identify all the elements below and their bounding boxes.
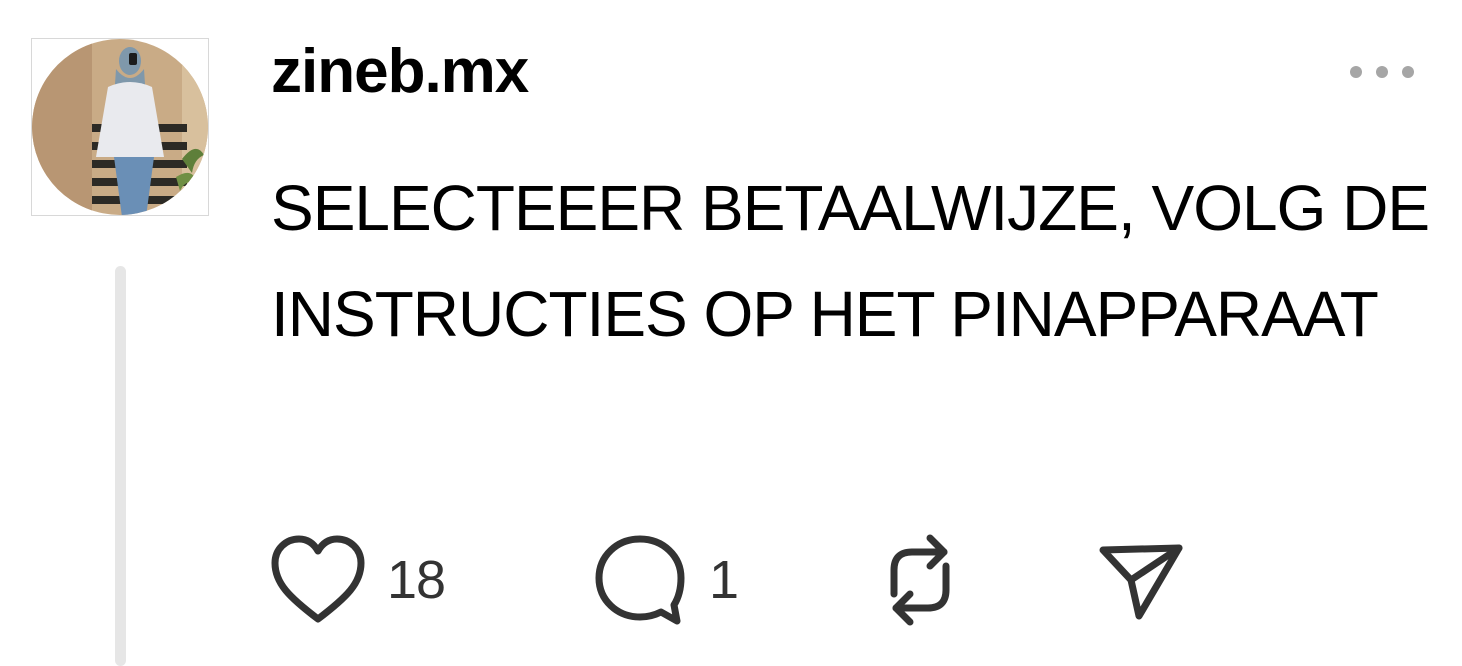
more-options-button[interactable] (1346, 58, 1418, 86)
avatar-photo (32, 39, 208, 215)
more-horizontal-icon (1402, 66, 1414, 78)
more-horizontal-icon (1376, 66, 1388, 78)
comment-bubble-icon (595, 535, 685, 625)
heart-icon (271, 535, 365, 623)
reply-count: 1 (709, 550, 739, 610)
thread-line (115, 266, 126, 666)
more-horizontal-icon (1350, 66, 1362, 78)
reply-button[interactable]: 1 (593, 532, 739, 628)
repost-button[interactable] (872, 532, 968, 628)
send-icon (1099, 544, 1183, 620)
repost-icon (890, 534, 950, 626)
post-text: SELECTEEER BETAALWIJZE, VOLG DE INSTRUCT… (271, 172, 1430, 350)
avatar[interactable] (32, 39, 208, 215)
avatar-frame[interactable] (31, 38, 209, 216)
like-count: 18 (387, 550, 446, 610)
like-button[interactable]: 18 (271, 532, 446, 628)
share-button[interactable] (1099, 532, 1183, 628)
username[interactable]: zineb.mx (271, 36, 529, 108)
